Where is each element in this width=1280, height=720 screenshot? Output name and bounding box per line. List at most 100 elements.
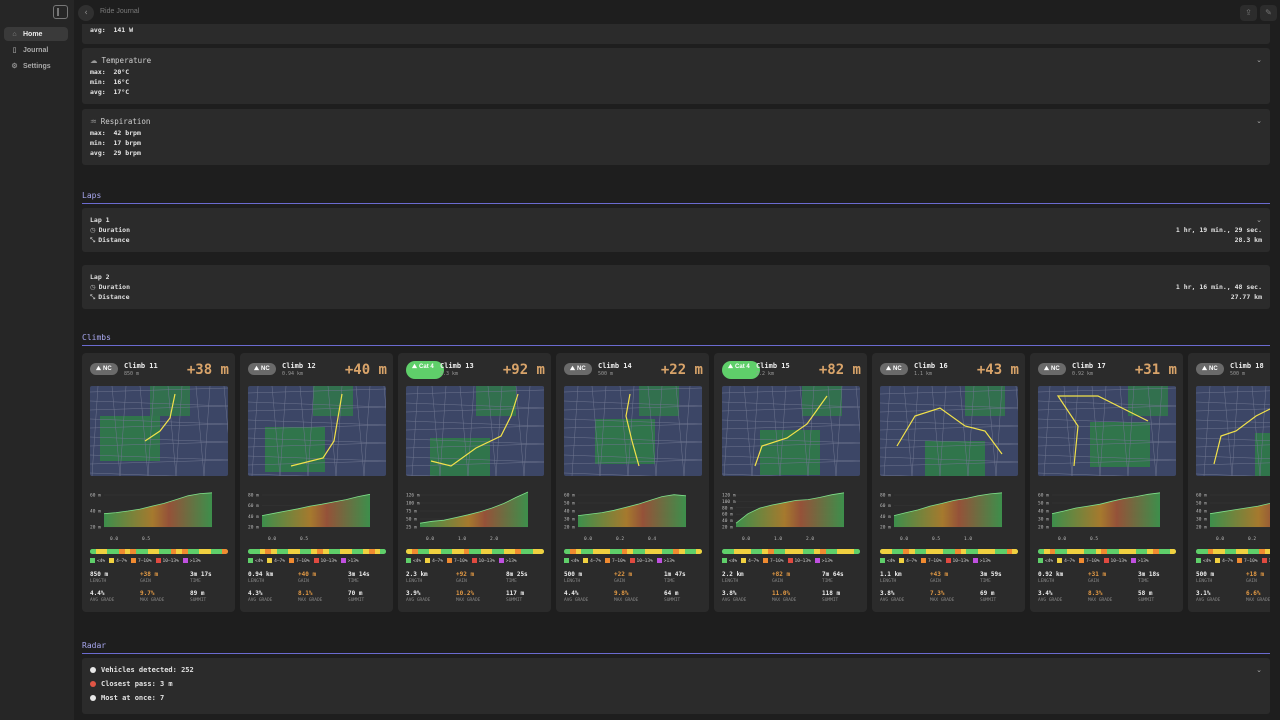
- legend-swatch: [629, 558, 635, 563]
- chevron-down-icon[interactable]: ⌄: [1256, 56, 1262, 64]
- stat-length: 850 m LENGTH: [90, 571, 136, 584]
- power-card[interactable]: avg: 141 W: [82, 24, 1270, 44]
- grade-legend: <4% 4–7%7–10%10–13%>13%: [722, 558, 837, 564]
- x-tick-label: 0.0: [268, 536, 276, 542]
- legend-swatch: [498, 558, 504, 563]
- y-tick-label: 25 m: [406, 525, 417, 531]
- stat-caption: SUMMIT: [506, 598, 523, 603]
- stat-length: 1.1 km LENGTH: [880, 571, 926, 584]
- back-button[interactable]: ‹: [78, 5, 94, 21]
- y-tick-label: 40 m: [880, 514, 891, 520]
- mountain-icon: ⛰: [886, 365, 892, 372]
- lap-distance: 27.77 km: [1230, 293, 1262, 301]
- legend-swatch: [248, 558, 253, 563]
- route-icon: ⤡: [90, 236, 96, 244]
- sidebar-item-label: Settings: [23, 62, 51, 70]
- grade-bar: [248, 549, 386, 554]
- y-tick-label: 20 m: [90, 525, 101, 531]
- stat-max_grade: 10.2% MAX GRADE: [456, 590, 502, 603]
- legend-item: 10–13%: [629, 558, 653, 564]
- stat-gain_s: +92 m GAIN: [456, 571, 502, 584]
- edit-button[interactable]: ✎: [1260, 5, 1277, 21]
- legend-item: 4–7%: [741, 558, 759, 564]
- category-badge: ⛰ Cat 4: [406, 361, 444, 379]
- stat-caption: SUMMIT: [348, 598, 365, 603]
- radar-vehicles: Vehicles detected: 252: [90, 666, 194, 674]
- elevation-chart: 126 m 100 m 75 m 50 m 25 m 0.0 1.0 2.0: [406, 491, 529, 542]
- metric-max: max: 42 brpm: [90, 129, 141, 137]
- legend-item: 4–7%: [1057, 558, 1075, 564]
- stat-avg_grade: 3.4% AVG GRADE: [1038, 590, 1084, 603]
- legend-item: 7–10%: [604, 558, 626, 564]
- respiration-card[interactable]: ♒ Respiration ⌄ max: 42 brpm min: 17 brpm…: [82, 109, 1270, 165]
- y-tick-label: 60 m: [564, 493, 575, 499]
- climb-distance: 1.1 km: [914, 371, 933, 377]
- lap-card[interactable]: Lap 1 ⌄ ◷ Duration ⤡ Distance 1 hr, 19 min…: [82, 208, 1270, 252]
- stat-caption: GAIN: [140, 579, 151, 584]
- climb-map[interactable]: [1038, 386, 1176, 476]
- stat-caption: MAX GRADE: [456, 598, 481, 603]
- y-tick-label: 50 m: [564, 501, 575, 507]
- climb-card[interactable]: ⛰ Cat 4 Climb 13 2.3 km +92 m 126 m 100 m 75 m 5…: [398, 353, 551, 612]
- chevron-down-icon[interactable]: ⌄: [1256, 666, 1262, 674]
- y-tick-label: 80 m: [722, 505, 733, 511]
- lap-distance-label: ⤡ Distance: [90, 236, 130, 244]
- climb-distance: 850 m: [124, 371, 140, 377]
- climb-map[interactable]: [880, 386, 1018, 476]
- climb-map[interactable]: [564, 386, 702, 476]
- climb-card[interactable]: ⛰NCClimb 18500 m+18 m60 m50 m40 m30 m20 …: [1188, 353, 1270, 612]
- legend-item: 4–7%: [899, 558, 917, 564]
- climb-card[interactable]: ⛰ NC Climb 14 500 m +22 m 60 m 50 m 40 m 30 m 20 …: [556, 353, 709, 612]
- climb-map[interactable]: [90, 386, 228, 476]
- climb-map[interactable]: [722, 386, 860, 476]
- stat-caption: MAX GRADE: [772, 598, 797, 603]
- climb-map[interactable]: [1196, 386, 1270, 476]
- legend-swatch: [564, 558, 569, 563]
- climb-card[interactable]: ⛰ NC Climb 12 0.94 km +40 m 80 m 60 m 40 m 20 m 0…: [240, 353, 393, 612]
- stat-caption: LENGTH: [1196, 579, 1213, 584]
- metric-max: max: 20°C: [90, 68, 130, 76]
- climb-name: Climb 16: [914, 362, 948, 370]
- category-badge: ⛰ NC: [90, 363, 118, 375]
- y-tick-label: 40 m: [564, 509, 575, 515]
- climb-card[interactable]: ⛰ NC Climb 16 1.1 km +43 m 80 m 60 m 40 m 20 m 0.…: [872, 353, 1025, 612]
- climb-distance: 2.2 km: [756, 371, 775, 377]
- y-tick-label: 100 m: [722, 499, 736, 505]
- y-tick-label: 40 m: [248, 514, 259, 520]
- legend-swatch: [90, 558, 95, 563]
- legend-item: 10–13%: [787, 558, 811, 564]
- sidebar-item-settings[interactable]: ⚙ Settings: [4, 59, 68, 73]
- grade-legend: <4% 4–7%7–10%10–13%>13%: [1038, 558, 1153, 564]
- climb-name: Climb 13: [440, 362, 474, 370]
- chevron-down-icon[interactable]: ⌄: [1256, 216, 1262, 224]
- stat-caption: MAX GRADE: [1088, 598, 1113, 603]
- legend-swatch: [1236, 558, 1242, 563]
- legend-item: >13%: [182, 558, 201, 564]
- metric-avg: avg: 29 brpm: [90, 149, 141, 157]
- temperature-card[interactable]: ☁ Temperature ⌄ max: 20°C min: 16°C avg: …: [82, 48, 1270, 104]
- climb-map[interactable]: [406, 386, 544, 476]
- stat-caption: SUMMIT: [822, 598, 839, 603]
- sidebar-toggle-icon[interactable]: [53, 5, 68, 19]
- stat-time: 8m 25s TIME: [506, 571, 551, 584]
- stat-caption: LENGTH: [722, 579, 739, 584]
- lap-card[interactable]: Lap 2 ◷ Duration ⤡ Distance 1 hr, 16 min.,…: [82, 265, 1270, 309]
- sidebar-item-journal[interactable]: ▯ Journal: [4, 43, 68, 57]
- sidebar-item-home[interactable]: ⌂ Home: [4, 27, 68, 41]
- share-button[interactable]: ⇪: [1240, 5, 1257, 21]
- stat-summit: 89 m SUMMIT: [190, 590, 235, 603]
- climb-map[interactable]: [248, 386, 386, 476]
- stat-summit: 69 m SUMMIT: [980, 590, 1025, 603]
- y-tick-label: 30 m: [564, 517, 575, 523]
- chevron-down-icon[interactable]: ⌄: [1256, 117, 1262, 125]
- climb-gain: +38 m: [186, 362, 229, 378]
- climb-name: Climb 11: [124, 362, 158, 370]
- radar-card[interactable]: ⌄ Vehicles detected: 252 Closest pass: 3…: [82, 658, 1270, 714]
- grade-legend: <4% 4–7%7–10%10–13%>13%: [90, 558, 205, 564]
- stat-avg_grade: 3.1% AVG GRADE: [1196, 590, 1242, 603]
- climb-card[interactable]: ⛰ Cat 4 Climb 15 2.2 km +82 m 120 m 100 m 80 m6…: [714, 353, 867, 612]
- climb-card[interactable]: ⛰ NC Climb 11 850 m +38 m 60 m 40 m 20 m 0.0 0.5 <…: [82, 353, 235, 612]
- climb-card[interactable]: ⛰ NC Climb 17 0.92 km +31 m 60 m 50 m 40 m 30 m 2…: [1030, 353, 1183, 612]
- stat-max_grade: 7.3% MAX GRADE: [930, 590, 976, 603]
- stat-gain_s: +40 m GAIN: [298, 571, 344, 584]
